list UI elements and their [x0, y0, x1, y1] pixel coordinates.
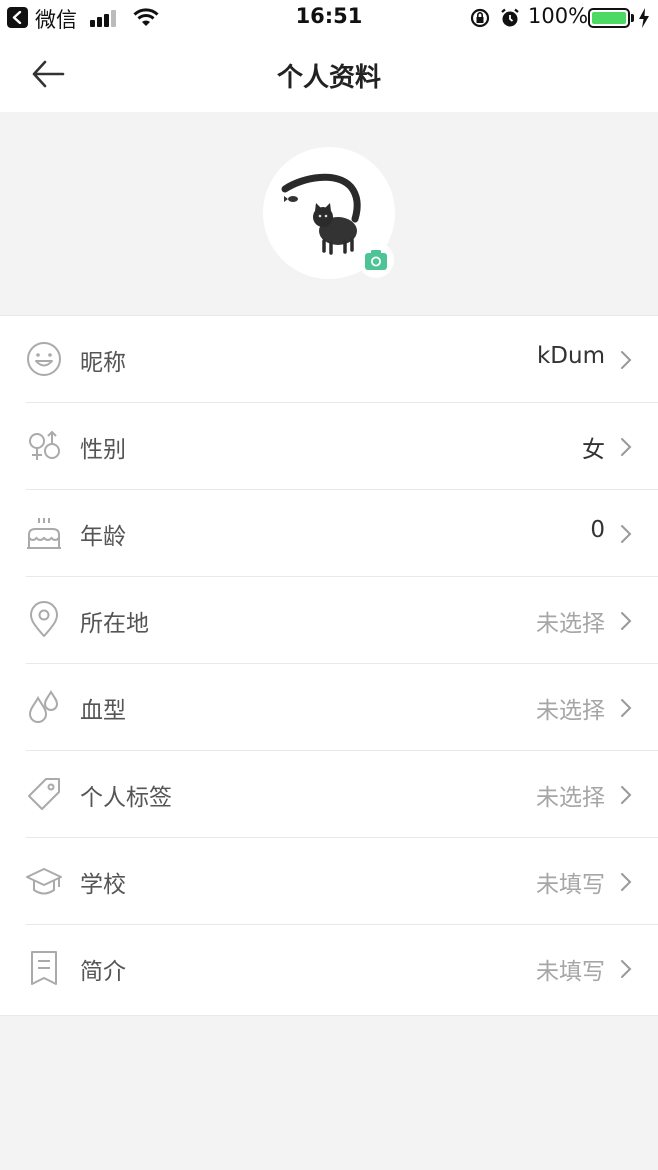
birthday-cake-icon [27, 518, 61, 549]
chevron-right-icon [621, 786, 632, 804]
chevron-right-icon [621, 612, 632, 630]
row-label: 简介 [80, 959, 126, 985]
gender-icon [29, 430, 60, 460]
row-personal-tags[interactable]: 个人标签 未选择 [0, 751, 658, 838]
row-school[interactable]: 学校 未填写 [0, 838, 658, 925]
row-label: 血型 [80, 698, 126, 724]
row-label: 年龄 [80, 524, 126, 550]
nav-bar: 个人资料 [0, 36, 658, 112]
row-value: 未填写 [536, 959, 605, 985]
chevron-right-icon [621, 960, 632, 978]
chevron-right-icon [621, 525, 632, 543]
row-gender[interactable]: 性别 女 [0, 403, 658, 490]
row-bio[interactable]: 简介 未填写 [0, 925, 658, 1012]
row-label: 个人标签 [80, 785, 172, 811]
blood-drop-icon [28, 690, 59, 723]
chevron-right-icon [621, 873, 632, 891]
chevron-right-icon [621, 699, 632, 717]
change-avatar-button[interactable] [358, 242, 394, 278]
camera-icon [365, 250, 387, 270]
location-pin-icon [30, 601, 58, 637]
chevron-right-icon [621, 351, 632, 369]
row-location[interactable]: 所在地 未选择 [0, 577, 658, 664]
bookmark-note-icon [31, 951, 57, 985]
alarm-icon [501, 8, 519, 27]
battery-icon [588, 8, 630, 28]
row-label: 性别 [80, 437, 126, 463]
row-value: 未选择 [536, 611, 605, 637]
graduation-cap-icon [26, 868, 62, 895]
row-value: kDum [536, 343, 605, 369]
row-nickname[interactable]: 昵称 kDum [0, 316, 658, 403]
row-label: 学校 [80, 872, 126, 898]
avatar-section [0, 112, 658, 315]
smiley-face-icon [27, 342, 61, 376]
row-value: 未填写 [536, 872, 605, 898]
row-value: 0 [590, 517, 605, 543]
battery-tip [631, 14, 634, 22]
status-bar: 微信 16:51 100% [0, 0, 658, 36]
battery-percent: 100% [528, 4, 589, 28]
page-title: 个人资料 [276, 63, 381, 93]
charging-bolt-icon [639, 8, 649, 28]
row-value: 未选择 [536, 785, 605, 811]
row-label: 昵称 [80, 350, 126, 376]
row-age[interactable]: 年龄 0 [0, 490, 658, 577]
row-blood-type[interactable]: 血型 未选择 [0, 664, 658, 751]
tag-icon [28, 778, 60, 810]
row-value: 女 [582, 437, 605, 463]
row-label: 所在地 [80, 611, 149, 637]
chevron-right-icon [621, 438, 632, 456]
row-value: 未选择 [536, 698, 605, 724]
profile-list: 昵称 kDum 性别 女 年龄 0 所在地 未选择 血型 未选择 个人标签 未选… [0, 315, 658, 1016]
rotation-lock-icon [470, 8, 490, 28]
